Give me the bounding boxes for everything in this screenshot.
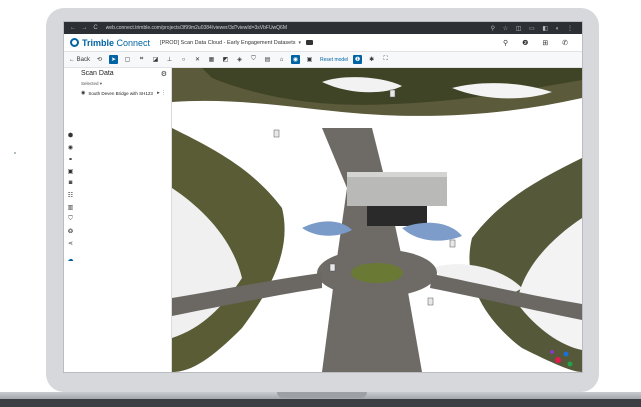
browser-bar: ← → C web.connect.trimble.com/projects/3… xyxy=(64,22,582,34)
circle-tool-icon[interactable]: ○ xyxy=(179,55,188,64)
section-box-icon[interactable]: ⌗ xyxy=(137,55,146,64)
fullscreen-icon[interactable]: ⛶ xyxy=(381,55,390,64)
laptop-hinge xyxy=(277,392,367,398)
project-selector[interactable]: [PROD] Scan Data Cloud - Early Engagemen… xyxy=(160,40,295,46)
link-icon[interactable]: ⚭ xyxy=(67,156,74,163)
scan-item-label: South Deven Bridge with SH123 xyxy=(88,90,153,96)
header-action-icons[interactable]: ⚲ ❷ ⊞ ✆ xyxy=(503,39,574,47)
3d-viewport[interactable] xyxy=(172,68,582,372)
clash-icon[interactable]: ❂ xyxy=(67,228,74,235)
point-cloud-scene[interactable] xyxy=(172,68,582,372)
orbit-icon[interactable]: ⟲ xyxy=(95,55,104,64)
box-select-icon[interactable]: ▢ xyxy=(123,55,132,64)
chevron-down-icon[interactable]: ▾ xyxy=(298,40,301,46)
models-icon[interactable]: ⬢ xyxy=(67,132,74,139)
trimble-logo-icon xyxy=(70,38,79,47)
selection-filter[interactable]: Selected ▾ xyxy=(81,81,102,87)
note-icon[interactable]: ◩ xyxy=(221,55,230,64)
viewer-toolbar: ← Back ⟲ ➤ ▢ ⌗ ◪ ⊥ ○ ✕ ▦ ◩ ◈ ⛉ ▤ ⌂ ◉ ▣ R… xyxy=(64,52,582,68)
decorative-dot xyxy=(14,152,16,154)
shield-icon[interactable]: ⛉ xyxy=(249,55,258,64)
select-cursor-icon[interactable]: ➤ xyxy=(109,55,119,64)
browser-nav-icons[interactable]: ← → C xyxy=(70,25,100,31)
gear-icon[interactable]: ⚙ xyxy=(161,70,167,78)
cube-icon[interactable]: ◈ xyxy=(235,55,244,64)
address-bar[interactable]: web.connect.trimble.com/projects/3f99m2u… xyxy=(106,25,491,31)
screen: ← → C web.connect.trimble.com/projects/3… xyxy=(63,21,583,373)
folder-icon[interactable] xyxy=(306,40,313,45)
table-icon[interactable]: ▥ xyxy=(67,204,74,211)
scan-data-panel: Scan Data ⚙ Selected ▾ ◉ South Deven Bri… xyxy=(76,68,172,372)
markup-icon[interactable]: ▦ xyxy=(207,55,216,64)
transform-icon[interactable]: ✕ xyxy=(193,55,202,64)
views-icon[interactable]: ▣ xyxy=(67,168,74,175)
laptop-base-shadow xyxy=(0,399,641,407)
camera-icon[interactable]: ◙ xyxy=(67,180,74,186)
chevron-right-icon[interactable]: ▸ ⋮ xyxy=(157,90,166,96)
share-icon[interactable]: ⋖ xyxy=(67,240,74,247)
panel-title: Scan Data xyxy=(81,70,114,77)
eye-icon[interactable]: ◉ xyxy=(81,90,85,96)
info-icon[interactable]: ❶ xyxy=(353,55,363,64)
list-item[interactable]: ◉ South Deven Bridge with SH123 ▸ ⋮ xyxy=(78,88,169,98)
settings-icon[interactable]: ✱ xyxy=(367,55,376,64)
measure-icon[interactable]: ⊥ xyxy=(165,55,174,64)
section-plane-icon[interactable]: ◪ xyxy=(151,55,160,64)
back-button[interactable]: ← Back xyxy=(69,57,90,63)
objects-icon[interactable]: ◉ xyxy=(67,144,74,151)
list-icon[interactable]: ☷ xyxy=(67,192,74,199)
clip-icon[interactable]: ⌂ xyxy=(277,55,286,64)
layers-icon[interactable]: ▤ xyxy=(263,55,272,64)
cloud-icon[interactable]: ☁ xyxy=(67,256,74,263)
fit-view-icon[interactable]: ▣ xyxy=(305,55,314,64)
browser-toolbar-icons[interactable]: ⚲ ☆ ◫ ▭ ◧ ◐ ⋮ xyxy=(491,25,576,32)
app-brand: Trimble Connect xyxy=(82,37,151,48)
app-header: Trimble Connect [PROD] Scan Data Cloud -… xyxy=(64,34,582,52)
reset-model-button[interactable]: Reset model xyxy=(320,57,348,63)
tag-icon[interactable]: ⛉ xyxy=(67,216,74,223)
visibility-icon[interactable]: ◉ xyxy=(291,55,301,64)
